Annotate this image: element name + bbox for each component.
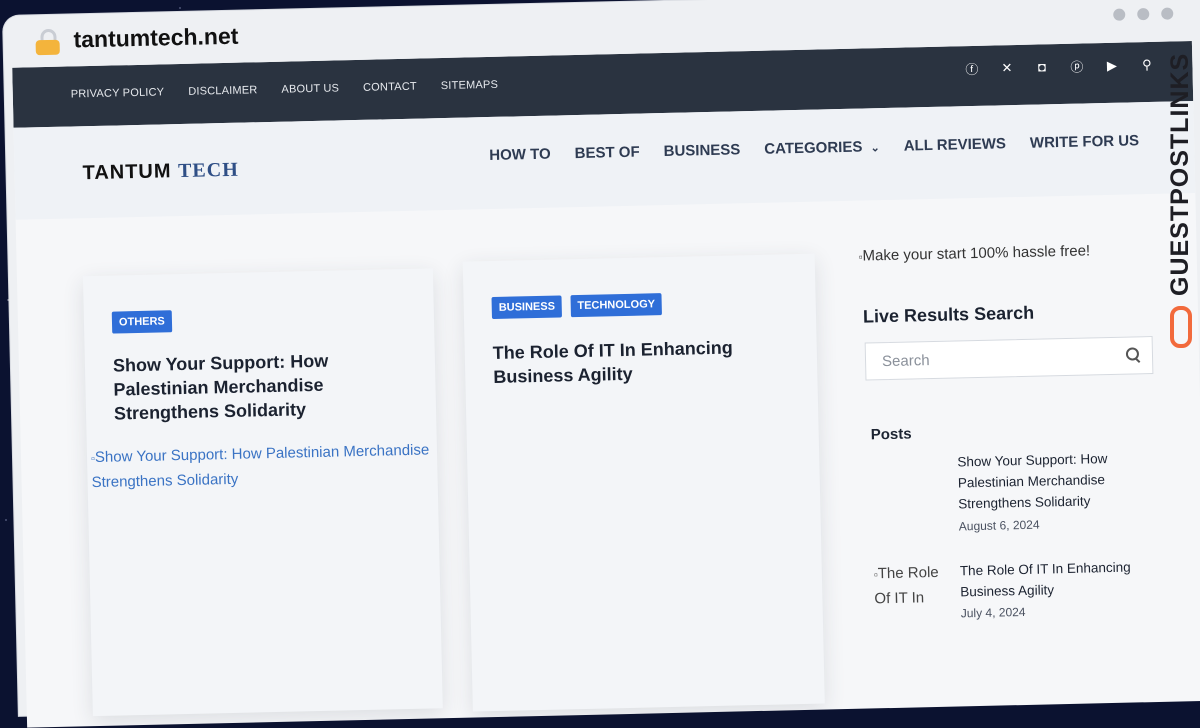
- facebook-icon[interactable]: ⓕ: [964, 59, 979, 78]
- post-thumbnail[interactable]: [871, 452, 945, 534]
- top-link-privacy-policy[interactable]: PRIVACY POLICY: [71, 86, 165, 100]
- social-links: ⓕ ✕ ◘ ⓟ ▶ ⚲: [964, 55, 1154, 78]
- nav-business[interactable]: BUSINESS: [663, 141, 740, 160]
- top-link-about-us[interactable]: ABOUT US: [281, 82, 339, 95]
- nav-write-for-us[interactable]: WRITE FOR US: [1030, 132, 1140, 151]
- posts-heading: Posts: [870, 425, 912, 444]
- window-dot[interactable]: [1113, 8, 1126, 21]
- chain-link-icon: [1170, 306, 1192, 348]
- top-link-disclaimer[interactable]: DISCLAIMER: [188, 84, 258, 98]
- x-icon[interactable]: ✕: [999, 60, 1014, 76]
- url-text[interactable]: tantumtech.net: [73, 23, 238, 54]
- window-controls: [1113, 7, 1174, 21]
- post-title[interactable]: Show Your Support: How Palestinian Merch…: [957, 447, 1148, 514]
- top-link-contact[interactable]: CONTACT: [363, 81, 417, 94]
- list-item[interactable]: Show Your Support: How Palestinian Merch…: [871, 447, 1161, 533]
- card-title[interactable]: The Role Of IT In Enhancing Business Agi…: [492, 334, 793, 389]
- list-item[interactable]: ▫The Role Of IT In The Role Of IT In Enh…: [874, 556, 1164, 621]
- main-nav: HOW TO BEST OF BUSINESS CATEGORIES ⌄ ALL…: [489, 132, 1139, 164]
- card-tags: BUSINESS TECHNOLOGY: [491, 293, 667, 319]
- nav-best-of[interactable]: BEST OF: [574, 144, 639, 162]
- card-title[interactable]: Show Your Support: How Palestinian Merch…: [113, 347, 415, 426]
- thumbnail-alt: The Role Of IT In: [874, 563, 939, 608]
- window-dot[interactable]: [1161, 7, 1174, 20]
- post-title[interactable]: The Role Of IT In Enhancing Business Agi…: [960, 556, 1151, 602]
- tag-others[interactable]: OTHERS: [111, 310, 173, 334]
- tag-business[interactable]: BUSINESS: [491, 295, 563, 319]
- top-nav: PRIVACY POLICY DISCLAIMER ABOUT US CONTA…: [71, 79, 499, 101]
- chevron-down-icon: ⌄: [870, 142, 880, 155]
- card-image-broken[interactable]: ▫Show Your Support: How Palestinian Merc…: [91, 438, 438, 495]
- post-thumbnail[interactable]: ▫The Role Of IT In: [874, 561, 948, 643]
- nav-categories-label: CATEGORIES: [764, 138, 863, 158]
- youtube-icon[interactable]: ▶: [1104, 57, 1119, 73]
- nav-categories[interactable]: CATEGORIES ⌄: [764, 138, 880, 158]
- ad-alt-text: Make your start 100% hassle free!: [862, 242, 1091, 265]
- search-box: [864, 336, 1154, 381]
- sidebar-ad-image[interactable]: ▫Make your start 100% hassle free!: [858, 242, 1091, 265]
- window-dot[interactable]: [1137, 7, 1150, 21]
- pinterest-icon[interactable]: ⓟ: [1069, 56, 1084, 75]
- lock-icon: [35, 28, 60, 56]
- nav-how-to[interactable]: HOW TO: [489, 146, 551, 164]
- card-image-alt: Show Your Support: How Palestinian Merch…: [91, 441, 430, 492]
- search-icon[interactable]: ⚲: [1139, 56, 1154, 72]
- web-page: PRIVACY POLICY DISCLAIMER ABOUT US CONTA…: [12, 41, 1200, 728]
- browser-window: tantumtech.net PRIVACY POLICY DISCLAIMER…: [3, 0, 1200, 728]
- top-link-sitemaps[interactable]: SITEMAPS: [441, 79, 498, 92]
- nav-all-reviews[interactable]: ALL REVIEWS: [904, 135, 1007, 154]
- logo-part1: TANTUM: [82, 160, 172, 185]
- card-tags: OTHERS: [111, 310, 176, 334]
- logo-part2: TECH: [177, 158, 240, 183]
- search-input[interactable]: [879, 346, 1115, 372]
- watermark-text: GUESTPOSTLINKS: [1166, 52, 1194, 296]
- post-date: July 4, 2024: [960, 604, 1026, 621]
- post-date: August 6, 2024: [958, 517, 1040, 534]
- tag-technology[interactable]: TECHNOLOGY: [570, 293, 663, 318]
- post-card[interactable]: BUSINESS TECHNOLOGY The Role Of IT In En…: [462, 253, 825, 712]
- post-card[interactable]: OTHERS Show Your Support: How Palestinia…: [82, 268, 443, 717]
- search-widget-title: Live Results Search: [862, 302, 1035, 327]
- site-logo[interactable]: TANTUM TECH: [82, 159, 239, 186]
- watermark: GUESTPOSTLINKS: [1166, 52, 1196, 356]
- instagram-icon[interactable]: ◘: [1034, 59, 1049, 74]
- search-button[interactable]: [1124, 345, 1142, 363]
